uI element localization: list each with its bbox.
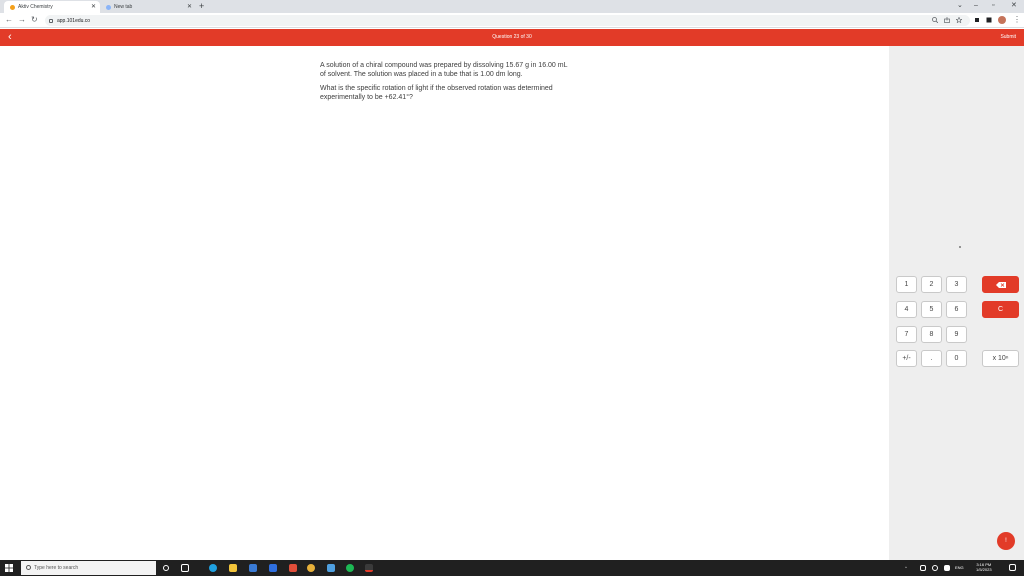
clear-button[interactable]: C	[982, 301, 1019, 318]
key-5[interactable]: 5	[921, 301, 942, 318]
key-0[interactable]: 0	[946, 350, 967, 367]
tab-label: New tab	[114, 4, 133, 10]
question-area: A solution of a chiral compound was prep…	[0, 46, 889, 560]
clock-date: 1/5/2023	[976, 567, 992, 572]
app-header: ‹ Question 23 of 30 Submit	[0, 29, 1024, 46]
close-tab-icon[interactable]: ✕	[91, 3, 96, 10]
chrome-active-icon[interactable]	[365, 564, 373, 572]
submit-button[interactable]: Submit	[1000, 34, 1016, 40]
close-window-icon[interactable]: ✕	[1011, 0, 1017, 12]
key-decimal[interactable]: .	[921, 350, 942, 367]
sidepanel-icon[interactable]	[986, 17, 992, 23]
question-paragraph-1: A solution of a chiral compound was prep…	[320, 62, 568, 78]
key-7[interactable]: 7	[896, 326, 917, 343]
mail-icon[interactable]	[269, 564, 277, 572]
answer-panel: 1 2 3 4 5 6 C 7 8 9 +/- . 0 x 10ⁿ !	[889, 46, 1024, 560]
key-4[interactable]: 4	[896, 301, 917, 318]
menu-kebab-icon[interactable]: ⋮	[1013, 14, 1021, 26]
search-placeholder: Type here to search	[34, 565, 79, 571]
extensions-icon[interactable]	[974, 17, 980, 23]
share-icon[interactable]	[944, 17, 950, 23]
zoom-icon[interactable]	[932, 17, 938, 23]
bookmark-star-icon[interactable]	[956, 17, 962, 23]
key-3[interactable]: 3	[946, 276, 967, 293]
forward-arrow-icon[interactable]: →	[18, 14, 26, 26]
key-6[interactable]: 6	[946, 301, 967, 318]
office-icon[interactable]	[289, 564, 297, 572]
key-8[interactable]: 8	[921, 326, 942, 343]
windows-taskbar: Type here to search ^ ENG 3:16 PM 1/5/20…	[0, 560, 1024, 576]
aktiv-favicon-icon	[10, 4, 15, 10]
language-indicator[interactable]: ENG	[955, 565, 964, 570]
profile-avatar-icon[interactable]	[998, 16, 1006, 24]
chrome-icon[interactable]	[307, 564, 315, 572]
key-1[interactable]: 1	[896, 276, 917, 293]
volume-icon[interactable]	[932, 565, 938, 571]
notifications-icon[interactable]	[1009, 564, 1016, 571]
backspace-button[interactable]	[982, 276, 1019, 293]
taskbar-search-input[interactable]: Type here to search	[21, 561, 156, 575]
spotify-icon[interactable]	[346, 564, 354, 572]
reload-icon[interactable]: ↻	[31, 14, 38, 26]
backspace-icon	[995, 281, 1006, 288]
tray-chevron-icon[interactable]: ^	[905, 565, 907, 570]
search-icon	[26, 565, 31, 570]
store-icon[interactable]	[249, 564, 257, 572]
question-paragraph-2: What is the specific rotation of light i…	[320, 85, 553, 101]
browser-tab-strip: Aktiv Chemistry ✕ New tab ✕ + ⌄ – ▫ ✕	[0, 0, 1024, 13]
tab-search-chevron-icon[interactable]: ⌄	[957, 0, 963, 12]
browser-tab-newtab[interactable]: New tab ✕	[100, 1, 196, 13]
answer-display[interactable]	[959, 246, 961, 248]
browser-tab-active[interactable]: Aktiv Chemistry ✕	[4, 1, 100, 13]
taskbar-clock[interactable]: 3:16 PM 1/5/2023	[976, 562, 992, 572]
app-check-icon[interactable]	[327, 564, 335, 572]
windows-start-icon[interactable]	[5, 564, 13, 572]
back-arrow-icon[interactable]: ←	[5, 14, 13, 26]
help-button[interactable]: !	[997, 532, 1015, 550]
key-9[interactable]: 9	[946, 326, 967, 343]
battery-icon[interactable]	[944, 565, 950, 571]
key-2[interactable]: 2	[921, 276, 942, 293]
lock-icon	[49, 18, 53, 23]
minimize-icon[interactable]: –	[974, 0, 978, 12]
restore-icon[interactable]: ▫	[992, 0, 994, 12]
address-text: app.101edu.co	[57, 17, 91, 24]
question-text: A solution of a chiral compound was prep…	[320, 62, 570, 108]
task-view-icon[interactable]	[181, 564, 189, 572]
new-tab-plus-icon[interactable]: +	[199, 1, 204, 11]
chrome-favicon-icon	[106, 4, 111, 10]
close-tab-icon[interactable]: ✕	[187, 3, 192, 10]
key-plus-minus[interactable]: +/-	[896, 350, 917, 367]
question-counter: Question 23 of 30	[492, 34, 532, 40]
browser-toolbar: ← → ↻ app.101edu.co ⋮	[0, 13, 1024, 28]
file-explorer-icon[interactable]	[229, 564, 237, 572]
tab-label: Aktiv Chemistry	[18, 4, 53, 10]
address-bar[interactable]: app.101edu.co	[45, 15, 970, 26]
edge-icon[interactable]	[209, 564, 217, 572]
cortana-icon[interactable]	[163, 565, 169, 571]
key-times-ten-power[interactable]: x 10ⁿ	[982, 350, 1019, 367]
network-icon[interactable]	[920, 565, 926, 571]
